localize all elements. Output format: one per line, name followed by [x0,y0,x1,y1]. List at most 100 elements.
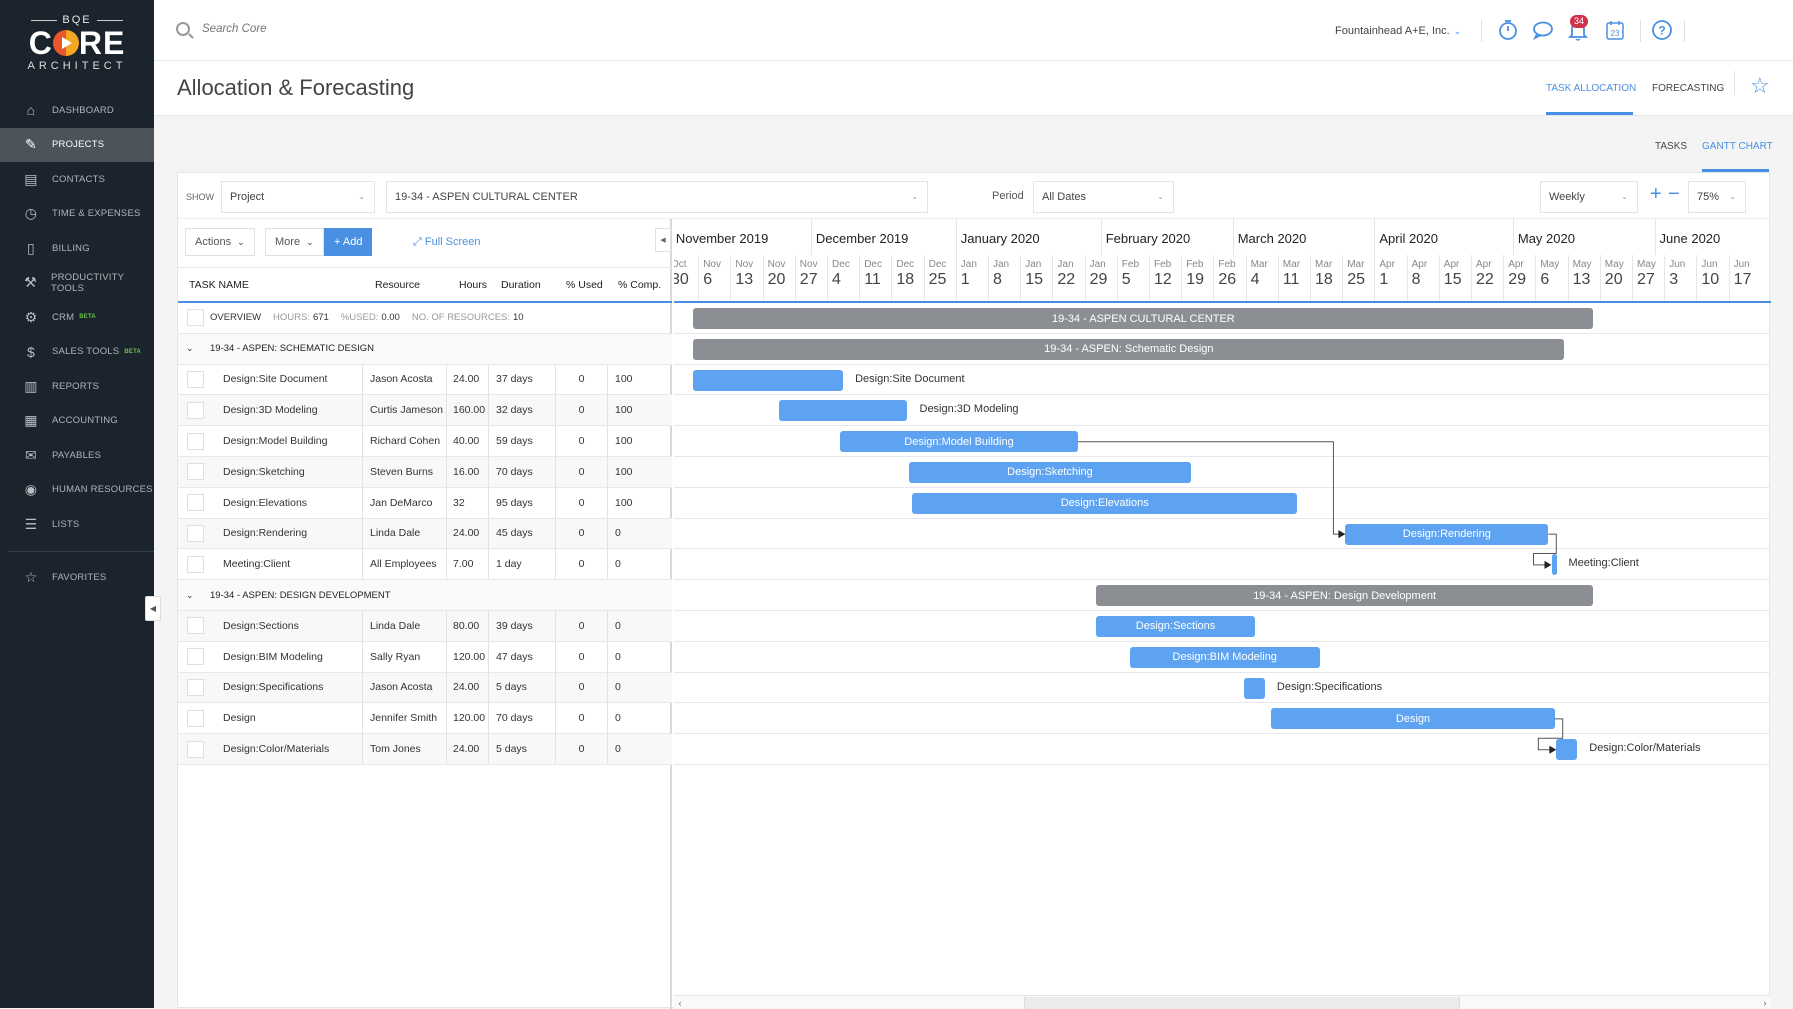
col-resource[interactable]: Resource [375,279,420,291]
search-input[interactable] [202,23,502,35]
chevron-down-icon[interactable]: ⌄ [186,343,194,354]
sidebar-item-reports[interactable]: ▥ REPORTS [0,369,154,404]
task-row[interactable]: Design:Site Document Jason Acosta 24.00 37 … [178,364,672,396]
gantt-summary-bar[interactable]: 19-34 - ASPEN CULTURAL CENTER [693,308,1594,329]
gantt-task-bar[interactable]: Design:BIM Modeling [1129,646,1320,668]
scroll-left-arrow[interactable]: ‹ [674,996,686,1009]
row-checkbox[interactable] [187,740,204,758]
chat-icon[interactable] [1532,19,1554,41]
scrollbar-thumb[interactable] [1024,997,1460,1009]
col-comp[interactable]: % Comp. [618,279,661,291]
active-tab-indicator [1546,112,1633,115]
more-button[interactable]: More ⌄ [265,228,324,256]
task-row[interactable]: Design:Rendering Linda Dale 24.00 45 days 0 0 [178,518,672,550]
zoom-select[interactable]: 75% ⌄ [1688,181,1746,213]
task-hours: 160.00 [446,395,488,426]
group-row[interactable]: ⌄ 19-34 - ASPEN: DESIGN DEVELOPMENT [178,580,672,611]
col-hours[interactable]: Hours [459,279,487,291]
chevron-down-icon[interactable]: ⌄ [186,590,194,601]
task-row[interactable]: Design:BIM Modeling Sally Ryan 120.00 47 da… [178,641,672,673]
subtab-gantt-chart[interactable]: GANTT CHART [1702,141,1773,152]
zoom-out-button[interactable]: − [1668,183,1680,206]
sidebar-item-sales-tools[interactable]: $ SALES TOOLS BETA [0,335,154,370]
task-resource: Steven Burns [362,456,446,487]
period-select[interactable]: All Dates ⌄ [1033,181,1174,213]
tab-forecasting[interactable]: FORECASTING [1652,83,1724,94]
col-task-name[interactable]: TASK NAME [189,279,249,291]
task-row[interactable]: Design:Elevations Jan DeMarco 32 95 days 0 10… [178,487,672,519]
sidebar-item-accounting[interactable]: ▦ ACCOUNTING [0,404,154,439]
sidebar-item-payables[interactable]: ✉ PAYABLES [0,438,154,473]
overview-row[interactable]: OVERVIEW HOURS: 671 %USED: 0.00 NO. OF RESOUR… [178,303,672,334]
task-row[interactable]: Design:Model Building Richard Cohen 40.00 5… [178,426,672,457]
gantt-task-bar[interactable]: Design:Sections [1095,615,1256,637]
collapse-grid-button[interactable]: ◀ [655,228,671,252]
task-row[interactable]: Design Jennifer Smith 120.00 70 days 0 0 [178,703,672,735]
gantt-task-bar[interactable] [693,369,844,391]
scale-select[interactable]: Weekly ⌄ [1540,181,1638,213]
show-select[interactable]: Project ⌄ [221,181,375,213]
help-icon[interactable]: ? [1651,19,1673,41]
row-checkbox[interactable] [187,309,204,327]
row-checkbox[interactable] [187,709,204,727]
search-bar[interactable] [176,22,502,36]
actions-button[interactable]: Actions ⌄ [185,228,255,256]
stopwatch-icon[interactable] [1497,19,1519,41]
task-row[interactable]: Design:Sections Linda Dale 80.00 39 days 0 0 [178,610,672,642]
sidebar-item-projects[interactable]: ✎ PROJECTS [0,127,154,162]
add-button[interactable]: + Add [324,228,373,256]
row-checkbox[interactable] [187,370,204,388]
row-checkbox[interactable] [187,648,204,666]
gantt-task-bar[interactable]: Design:Sketching [909,461,1191,483]
col-duration[interactable]: Duration [501,279,541,291]
task-row[interactable]: Design:3D Modeling Curtis Jameson 160.00 32… [178,395,672,427]
group-row[interactable]: ⌄ 19-34 - ASPEN: SCHEMATIC DESIGN [178,333,672,365]
gantt-summary-bar[interactable]: 19-34 - ASPEN: Design Development [1095,585,1594,607]
row-checkbox[interactable] [187,494,204,512]
zoom-in-button[interactable]: + [1650,183,1662,206]
sidebar-item-contacts[interactable]: ▤ CONTACTS [0,162,154,197]
gantt-task-bar[interactable]: Design:Model Building [839,431,1079,453]
sidebar-item-crm[interactable]: ⚙ CRM BETA [0,300,154,335]
calendar-icon[interactable]: 23 [1604,19,1626,41]
sidebar-item-human-resources[interactable]: ◉ HUMAN RESOURCES [0,473,154,508]
week-column-header: Jun 10 [1696,255,1728,301]
sidebar-item-dashboard[interactable]: ⌂ DASHBOARD [0,93,154,128]
bqe-core-logo[interactable]: BQE C RE ARCHITECT [0,14,154,72]
gantt-task-bar[interactable] [778,400,908,422]
sidebar-item-favorites[interactable]: ☆ FAVORITES [0,561,154,596]
gantt-task-bar[interactable]: Design:Elevations [912,492,1298,514]
favorite-star-icon[interactable]: ☆ [1750,73,1770,99]
company-selector[interactable]: Fountainhead A+E, Inc. ⌄ [1335,25,1461,37]
sidebar-item-time-expenses[interactable]: ◷ TIME & EXPENSES [0,197,154,232]
row-checkbox[interactable] [187,401,204,419]
gantt-task-bar[interactable]: Design:Rendering [1345,523,1549,545]
task-row[interactable]: Design:Sketching Steven Burns 16.00 70 days… [178,456,672,488]
task-row[interactable]: Meeting:Client All Employees 7.00 1 day 0 0 [178,549,672,581]
sidebar-item-lists[interactable]: ☰ LISTS [0,507,154,542]
gantt-task-bar[interactable] [1551,554,1557,576]
tab-task-allocation[interactable]: TASK ALLOCATION [1546,83,1636,94]
task-row[interactable]: Design:Color/Materials Tom Jones 24.00 5 da… [178,734,672,765]
full-screen-link[interactable]: ⤢ Full Screen [413,236,481,249]
row-checkbox[interactable] [187,678,204,696]
col-used[interactable]: % Used [566,279,603,291]
gantt-task-bar[interactable] [1243,677,1265,699]
task-row[interactable]: Design:Specifications Jason Acosta 24.00 5 … [178,672,672,704]
row-checkbox[interactable] [187,432,204,450]
project-select[interactable]: 19-34 - ASPEN CULTURAL CENTER ⌄ [386,181,928,213]
divider [1481,20,1482,42]
gantt-summary-bar[interactable]: 19-34 - ASPEN: Schematic Design [693,338,1565,360]
row-checkbox[interactable] [187,617,204,635]
scroll-right-arrow[interactable]: › [1759,996,1771,1009]
sidebar-item-productivity-tools[interactable]: ⚒ PRODUCTIVITY TOOLS [0,266,154,301]
subtab-tasks[interactable]: TASKS [1655,141,1687,152]
gantt-task-bar[interactable] [1556,739,1578,761]
sidebar-item-billing[interactable]: ▯ BILLING [0,231,154,266]
gantt-task-bar[interactable]: Design [1271,708,1555,730]
sidebar-collapse-button[interactable]: ◀ [145,596,161,621]
horizontal-scrollbar[interactable]: ‹ › [674,995,1771,1009]
row-checkbox[interactable] [187,463,204,481]
row-checkbox[interactable] [187,555,204,573]
row-checkbox[interactable] [187,524,204,542]
